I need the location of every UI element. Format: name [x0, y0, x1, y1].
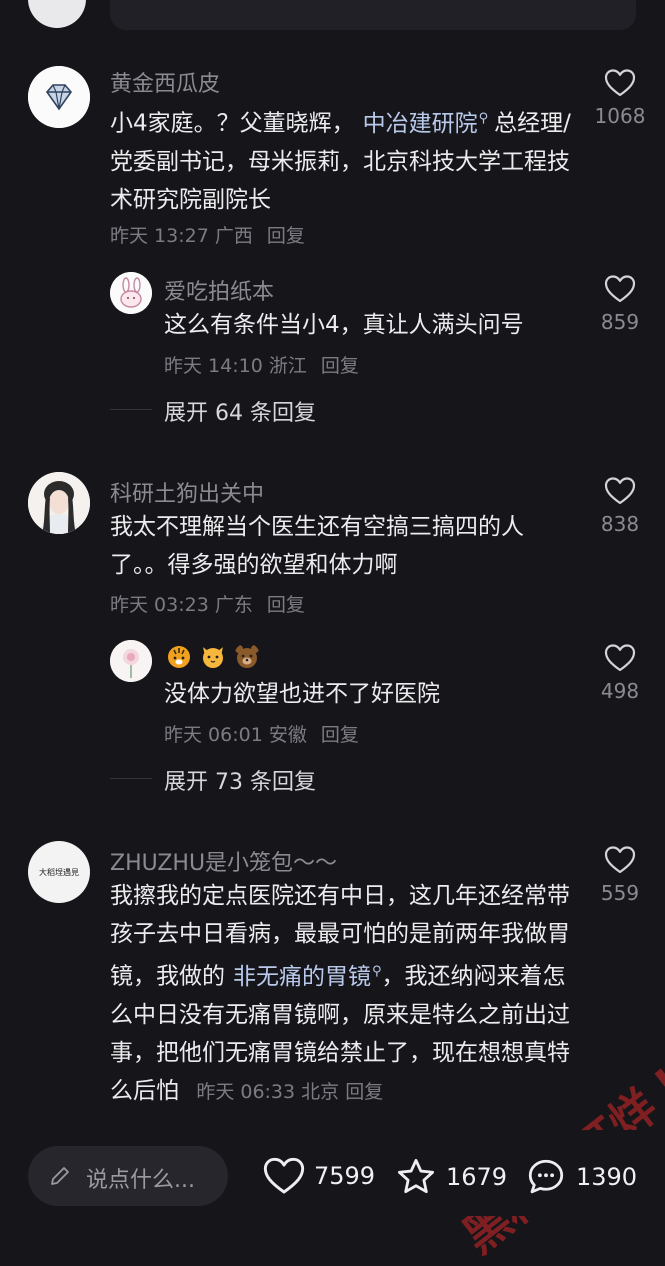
heart-icon — [604, 275, 636, 303]
reply-button[interactable]: 回复 — [321, 355, 359, 377]
avatar[interactable] — [28, 66, 90, 128]
portrait-icon — [28, 472, 90, 534]
avatar-label: 大稻埕遇見 — [28, 841, 90, 903]
heart-icon — [604, 644, 636, 672]
pencil-icon — [51, 1167, 69, 1185]
comment-meta: 昨天 06:33 北京 回复 — [196, 1081, 383, 1103]
reply-location: 浙江 — [268, 355, 307, 377]
star-icon — [397, 1158, 435, 1194]
reply-button[interactable]: 回复 — [321, 724, 359, 746]
avatar[interactable] — [110, 272, 152, 314]
expand-replies-button[interactable]: 展开 73 条回复 — [164, 764, 316, 796]
comment-time: 昨天 03:23 — [110, 594, 209, 616]
reply-text: 没体力欲望也进不了好医院 — [164, 681, 440, 707]
search-link-label: 非无痛的胃镜 — [233, 963, 371, 990]
divider — [110, 409, 152, 410]
reply-button[interactable]: 回复 — [267, 225, 305, 247]
comment-input[interactable]: 说点什么... — [28, 1146, 228, 1206]
avatar[interactable] — [28, 0, 86, 28]
search-icon: ⚲ — [478, 111, 489, 126]
avatar[interactable]: 大稻埕遇見 — [28, 841, 90, 903]
search-link[interactable]: 中冶建研院⚲ — [363, 111, 489, 137]
favorite-button[interactable]: 1679 — [394, 1156, 507, 1198]
comment-author[interactable]: 黄金西瓜皮 — [110, 66, 220, 98]
comment-meta: 昨天 03:23 广东 回复 — [110, 590, 305, 617]
flower-icon — [110, 640, 152, 682]
tiger-icon — [168, 646, 190, 668]
comment-meta: 昨天 13:27 广西 回复 — [110, 221, 305, 248]
comment-time: 昨天 13:27 — [110, 225, 209, 247]
reply-button[interactable]: 回复 — [267, 594, 305, 616]
like-button[interactable]: 838 — [585, 476, 655, 536]
cat-icon — [203, 647, 223, 668]
reply-text: 这么有条件当小4，真让人满头问号 — [164, 312, 524, 338]
reply-button[interactable]: 回复 — [345, 1081, 383, 1103]
comment-location: 广西 — [214, 225, 253, 247]
avatar[interactable] — [28, 472, 90, 534]
comment-location: 广东 — [214, 594, 253, 616]
comment-location: 北京 — [301, 1080, 340, 1103]
previous-comment-edge — [110, 0, 636, 30]
comment-author[interactable]: ZHUZHU是小笼包～～ — [110, 845, 337, 877]
comment-author[interactable]: 科研土狗出关中 — [110, 476, 264, 508]
comment-time: 昨天 06:33 — [196, 1080, 296, 1103]
comments-button[interactable]: 1390 — [524, 1156, 637, 1198]
search-icon: ⚲ — [372, 964, 382, 979]
like-count: 559 — [600, 881, 640, 905]
comment-text: 我太不理解当个医生还有空搞三搞四的人了。。得多强的欲望和体力啊 — [110, 514, 524, 578]
like-button[interactable]: 859 — [585, 274, 655, 334]
reply-author[interactable] — [166, 643, 260, 669]
diamond-icon — [28, 66, 90, 128]
heart-icon — [604, 69, 636, 97]
reply-author[interactable]: 爱吃拍纸本 — [164, 274, 274, 306]
comment-input-placeholder: 说点什么... — [86, 1168, 195, 1193]
search-link[interactable]: 非无痛的胃镜⚲ — [233, 964, 382, 990]
like-count: 1068 — [594, 104, 646, 128]
comment-text: 我擦我的定点医院还有中日，这几年还经常带孩子去中日看病，最最可怕的是前两年我做胃… — [110, 877, 580, 1111]
avatar[interactable] — [110, 640, 152, 682]
heart-icon — [604, 477, 636, 505]
like-count: 838 — [600, 512, 640, 536]
heart-icon — [604, 846, 636, 874]
reply-time: 昨天 06:01 — [164, 724, 263, 746]
comment-text: 小4家庭。？父董晓辉， 中冶建研院⚲ 总经理/党委副书记，母米振莉，北京科技大学工程… — [110, 100, 580, 219]
favorite-count: 1679 — [446, 1163, 508, 1191]
comment-text-part: 小4家庭。？父董晓辉， — [110, 110, 355, 137]
search-link-label: 中冶建研院 — [362, 110, 478, 137]
like-total-button[interactable]: 7599 — [262, 1156, 375, 1196]
comment-count: 1390 — [576, 1163, 638, 1191]
like-total-count: 7599 — [314, 1162, 376, 1190]
divider — [110, 778, 152, 779]
reply-meta: 昨天 06:01 安徽 回复 — [164, 720, 359, 747]
like-button[interactable]: 498 — [585, 643, 655, 703]
comment-bubble-icon — [528, 1159, 564, 1194]
reply-location: 安徽 — [268, 724, 307, 746]
like-count: 498 — [600, 679, 640, 703]
like-button[interactable]: 1068 — [585, 68, 655, 128]
reply-time: 昨天 14:10 — [164, 355, 263, 377]
like-count: 859 — [600, 310, 640, 334]
bear-icon — [235, 645, 259, 668]
like-button[interactable]: 559 — [585, 845, 655, 905]
reply-meta: 昨天 14:10 浙江 回复 — [164, 351, 359, 378]
heart-icon — [263, 1157, 305, 1194]
bunny-icon — [110, 272, 152, 314]
expand-replies-button[interactable]: 展开 64 条回复 — [164, 395, 316, 427]
